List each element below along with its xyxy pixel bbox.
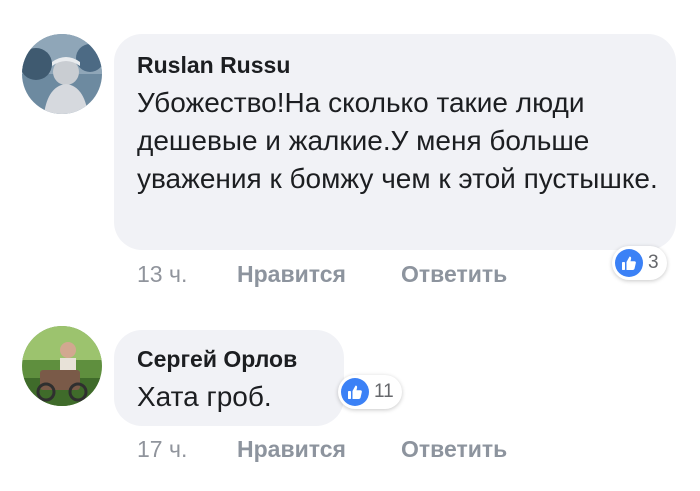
comment-author[interactable]: Ruslan Russu (137, 52, 290, 79)
reaction-badge[interactable]: 3 (612, 246, 667, 280)
like-thumb-icon (341, 378, 369, 406)
comment-timestamp[interactable]: 13 ч. (137, 261, 187, 288)
comment-text: Хата гроб. (137, 381, 272, 412)
comment-text: Убожество!На сколько такие люди дешевые … (137, 87, 658, 194)
comment-timestamp[interactable]: 17 ч. (137, 436, 187, 463)
avatar[interactable] (22, 326, 102, 406)
reaction-count: 3 (648, 252, 659, 273)
reply-link[interactable]: Ответить (401, 436, 507, 463)
like-thumb-icon (615, 249, 643, 277)
reaction-badge[interactable]: 11 (338, 375, 402, 409)
reaction-count: 11 (374, 381, 394, 402)
comment-author[interactable]: Сергей Орлов (137, 346, 297, 373)
reply-link[interactable]: Ответить (401, 261, 507, 288)
avatar[interactable] (22, 34, 102, 114)
like-link[interactable]: Нравится (237, 436, 346, 463)
like-link[interactable]: Нравится (237, 261, 346, 288)
